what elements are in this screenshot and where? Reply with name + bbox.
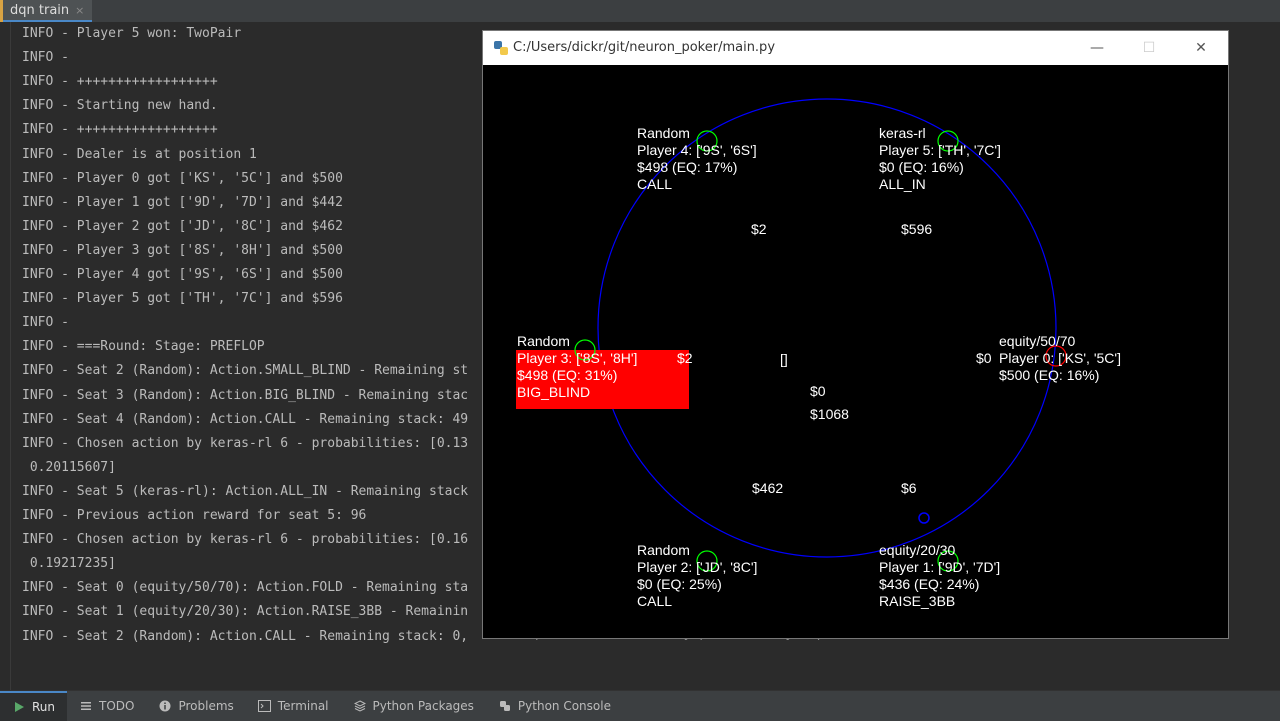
window-titlebar[interactable]: C:/Users/dickr/git/neuron_poker/main.py …	[483, 31, 1228, 65]
log-line: INFO - ++++++++++++++++++	[22, 122, 218, 138]
player-action: RAISE_3BB	[879, 593, 955, 609]
round-pot: $1068	[810, 406, 849, 422]
python-icon	[494, 41, 508, 55]
player-type: equity/50/70	[999, 333, 1075, 349]
list-icon	[79, 699, 93, 713]
player-stack: $0 (EQ: 16%)	[879, 159, 964, 175]
player-cards: Player 2: ['JD', '8C']	[637, 559, 757, 575]
close-icon[interactable]: ×	[75, 4, 84, 17]
layers-icon	[353, 699, 367, 713]
log-line: INFO - Seat 0 (equity/50/70): Action.FOL…	[22, 580, 469, 596]
log-line: INFO - Player 5 won: TwoPair	[22, 26, 242, 41]
tool-tab-label: Problems	[178, 699, 234, 713]
log-line: INFO - Starting new hand.	[22, 98, 218, 114]
poker-table-svg: Random Player 4: ['9S', '6S'] $498 (EQ: …	[516, 98, 1121, 609]
player-seat-0: equity/50/70 Player 0: ['KS', '5C'] $500…	[976, 333, 1121, 383]
log-line: INFO - Chosen action by keras-rl 6 - pro…	[22, 532, 469, 548]
tab-label: dqn train	[10, 2, 70, 18]
log-line: INFO - ++++++++++++++++++	[22, 74, 218, 90]
player-action: CALL	[637, 176, 672, 192]
player-type: equity/20/30	[879, 542, 955, 558]
log-line: INFO - Seat 2 (Random): Action.SMALL_BLI…	[22, 363, 469, 379]
player-seat-4: Random Player 4: ['9S', '6S'] $498 (EQ: …	[637, 125, 767, 237]
maximize-button[interactable]: ☐	[1123, 31, 1175, 65]
player-seat-2: Random Player 2: ['JD', '8C'] $0 (EQ: 25…	[637, 480, 783, 609]
player-stack: $498 (EQ: 17%)	[637, 159, 737, 175]
python-icon	[498, 699, 512, 713]
player-type: Random	[637, 542, 690, 558]
tool-tab-label: Python Console	[517, 699, 611, 713]
close-button[interactable]: ✕	[1175, 31, 1227, 65]
log-line: INFO - Dealer is at position 1	[22, 146, 257, 162]
log-line: INFO - Previous action reward for seat 5…	[22, 508, 367, 523]
log-line: 0.20115607]	[22, 459, 116, 475]
player-action: ALL_IN	[879, 176, 926, 192]
player-bet: $596	[901, 221, 932, 237]
player-cards: Player 1: ['9D', '7D']	[879, 559, 1000, 575]
player-bet: $6	[901, 480, 917, 496]
player-stack: $498 (EQ: 31%)	[517, 367, 617, 383]
info-icon	[158, 699, 172, 713]
log-line: INFO - Seat 3 (Random): Action.BIG_BLIND…	[22, 387, 469, 403]
log-line: INFO - Player 2 got ['JD', '8C'] and $46…	[22, 218, 343, 234]
log-line: INFO - Player 0 got ['KS', '5C'] and $50…	[22, 170, 343, 186]
log-line: INFO - Seat 5 (keras-rl): Action.ALL_IN …	[22, 483, 469, 499]
log-line: INFO - Seat 2 (Random): Action.CALL - Re…	[22, 628, 469, 644]
player-cards: Player 4: ['9S', '6S']	[637, 142, 757, 158]
player-seat-5: keras-rl Player 5: ['TH', '7C'] $0 (EQ: …	[879, 125, 1001, 237]
player-action: BIG_BLIND	[517, 384, 590, 400]
player-bet: $0	[976, 350, 992, 366]
log-line: INFO -	[22, 315, 69, 331]
player-action: CALL	[637, 593, 672, 609]
poker-window[interactable]: C:/Users/dickr/git/neuron_poker/main.py …	[482, 30, 1229, 639]
log-line: INFO - Seat 4 (Random): Action.CALL - Re…	[22, 411, 469, 427]
minimize-button[interactable]: —	[1071, 31, 1123, 65]
run-config-icon	[0, 0, 3, 22]
player-seat-1: equity/20/30 Player 1: ['9D', '7D'] $436…	[879, 480, 1000, 609]
poker-table-canvas: Random Player 4: ['9S', '6S'] $498 (EQ: …	[483, 65, 1228, 638]
dealer-button-icon	[918, 512, 930, 524]
player-bet: $2	[751, 221, 767, 237]
log-line: INFO - Player 1 got ['9D', '7D'] and $44…	[22, 194, 343, 210]
tool-tab-label: Run	[32, 700, 56, 714]
player-bet: $462	[752, 480, 783, 496]
log-line: INFO - ===Round: Stage: PREFLOP	[22, 339, 265, 355]
player-stack: $500 (EQ: 16%)	[999, 367, 1099, 383]
player-cards: Player 0: ['KS', '5C']	[999, 350, 1121, 366]
community-pot: $0	[810, 383, 826, 399]
log-line: INFO - Seat 1 (equity/20/30): Action.RAI…	[22, 604, 469, 620]
tool-tab-label: Python Packages	[372, 699, 474, 713]
player-cards: Player 5: ['TH', '7C']	[879, 142, 1001, 158]
tool-tab-label: Terminal	[277, 699, 329, 713]
community-cards: []	[780, 351, 788, 367]
tool-tab-todo[interactable]: TODO	[67, 691, 146, 721]
run-tab-bar: dqn train ×	[0, 0, 1280, 23]
player-cards: Player 3: ['8S', '8H']	[517, 350, 637, 366]
player-seat-3: Random Player 3: ['8S', '8H'] $498 (EQ: …	[516, 333, 693, 409]
tool-tab-label: TODO	[99, 699, 135, 713]
log-line: INFO - Player 4 got ['9S', '6S'] and $50…	[22, 267, 343, 282]
player-type: Random	[517, 333, 570, 349]
console-gutter	[10, 22, 11, 690]
terminal-icon	[258, 699, 272, 713]
tool-tab-python-console[interactable]: Python Console	[486, 691, 623, 721]
log-line: INFO - Chosen action by keras-rl 6 - pro…	[22, 435, 469, 451]
run-tab-dqn-train[interactable]: dqn train ×	[0, 0, 93, 22]
window-title: C:/Users/dickr/git/neuron_poker/main.py	[513, 40, 776, 55]
player-stack: $436 (EQ: 24%)	[879, 576, 979, 592]
tool-tab-python-packages[interactable]: Python Packages	[341, 691, 486, 721]
player-type: keras-rl	[879, 125, 926, 141]
run-icon	[12, 700, 26, 714]
tool-window-bar: Run TODO Problems Terminal Python Packag…	[0, 690, 1280, 721]
log-line: INFO -	[22, 50, 69, 66]
player-bet: $2	[677, 350, 693, 366]
log-line: 0.19217235]	[22, 556, 116, 572]
tool-tab-terminal[interactable]: Terminal	[246, 691, 341, 721]
tool-tab-run[interactable]: Run	[0, 691, 68, 721]
player-type: Random	[637, 125, 690, 141]
tool-tab-problems[interactable]: Problems	[146, 691, 245, 721]
log-line: INFO - Player 3 got ['8S', '8H'] and $50…	[22, 242, 343, 258]
log-line: INFO - Player 5 got ['TH', '7C'] and $59…	[22, 291, 343, 307]
player-stack: $0 (EQ: 25%)	[637, 576, 722, 592]
